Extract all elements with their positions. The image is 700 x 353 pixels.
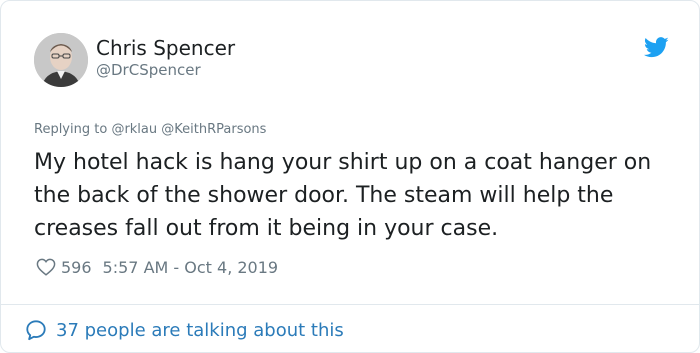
- heart-icon[interactable]: [36, 258, 56, 276]
- timestamp[interactable]: 5:57 AM - Oct 4, 2019: [103, 258, 279, 277]
- reply-mention[interactable]: @KeithRParsons: [161, 122, 266, 137]
- avatar[interactable]: [34, 33, 88, 87]
- conversation-label[interactable]: 37 people are talking about this: [56, 320, 344, 341]
- speech-bubble-icon: [26, 320, 46, 341]
- tweet-text: My hotel hack is hang your shirt up on a…: [34, 150, 652, 241]
- avatar-photo: [34, 33, 88, 87]
- like-count[interactable]: 596: [61, 258, 92, 277]
- reply-mention[interactable]: @rklau: [111, 122, 157, 137]
- reply-context: Replying to @rklau @KeithRParsons: [34, 122, 266, 137]
- conversation-link[interactable]: 37 people are talking about this: [25, 318, 344, 342]
- reply-prefix: Replying to: [34, 122, 108, 137]
- tweet-card[interactable]: Chris Spencer @DrCSpencer Replying to @r…: [0, 0, 700, 353]
- author-handle[interactable]: @DrCSpencer: [96, 61, 201, 79]
- author-name[interactable]: Chris Spencer: [96, 36, 235, 60]
- twitter-bird-icon[interactable]: [644, 37, 669, 58]
- divider: [1, 304, 700, 305]
- tweet-meta: 596 5:57 AM - Oct 4, 2019: [36, 256, 278, 278]
